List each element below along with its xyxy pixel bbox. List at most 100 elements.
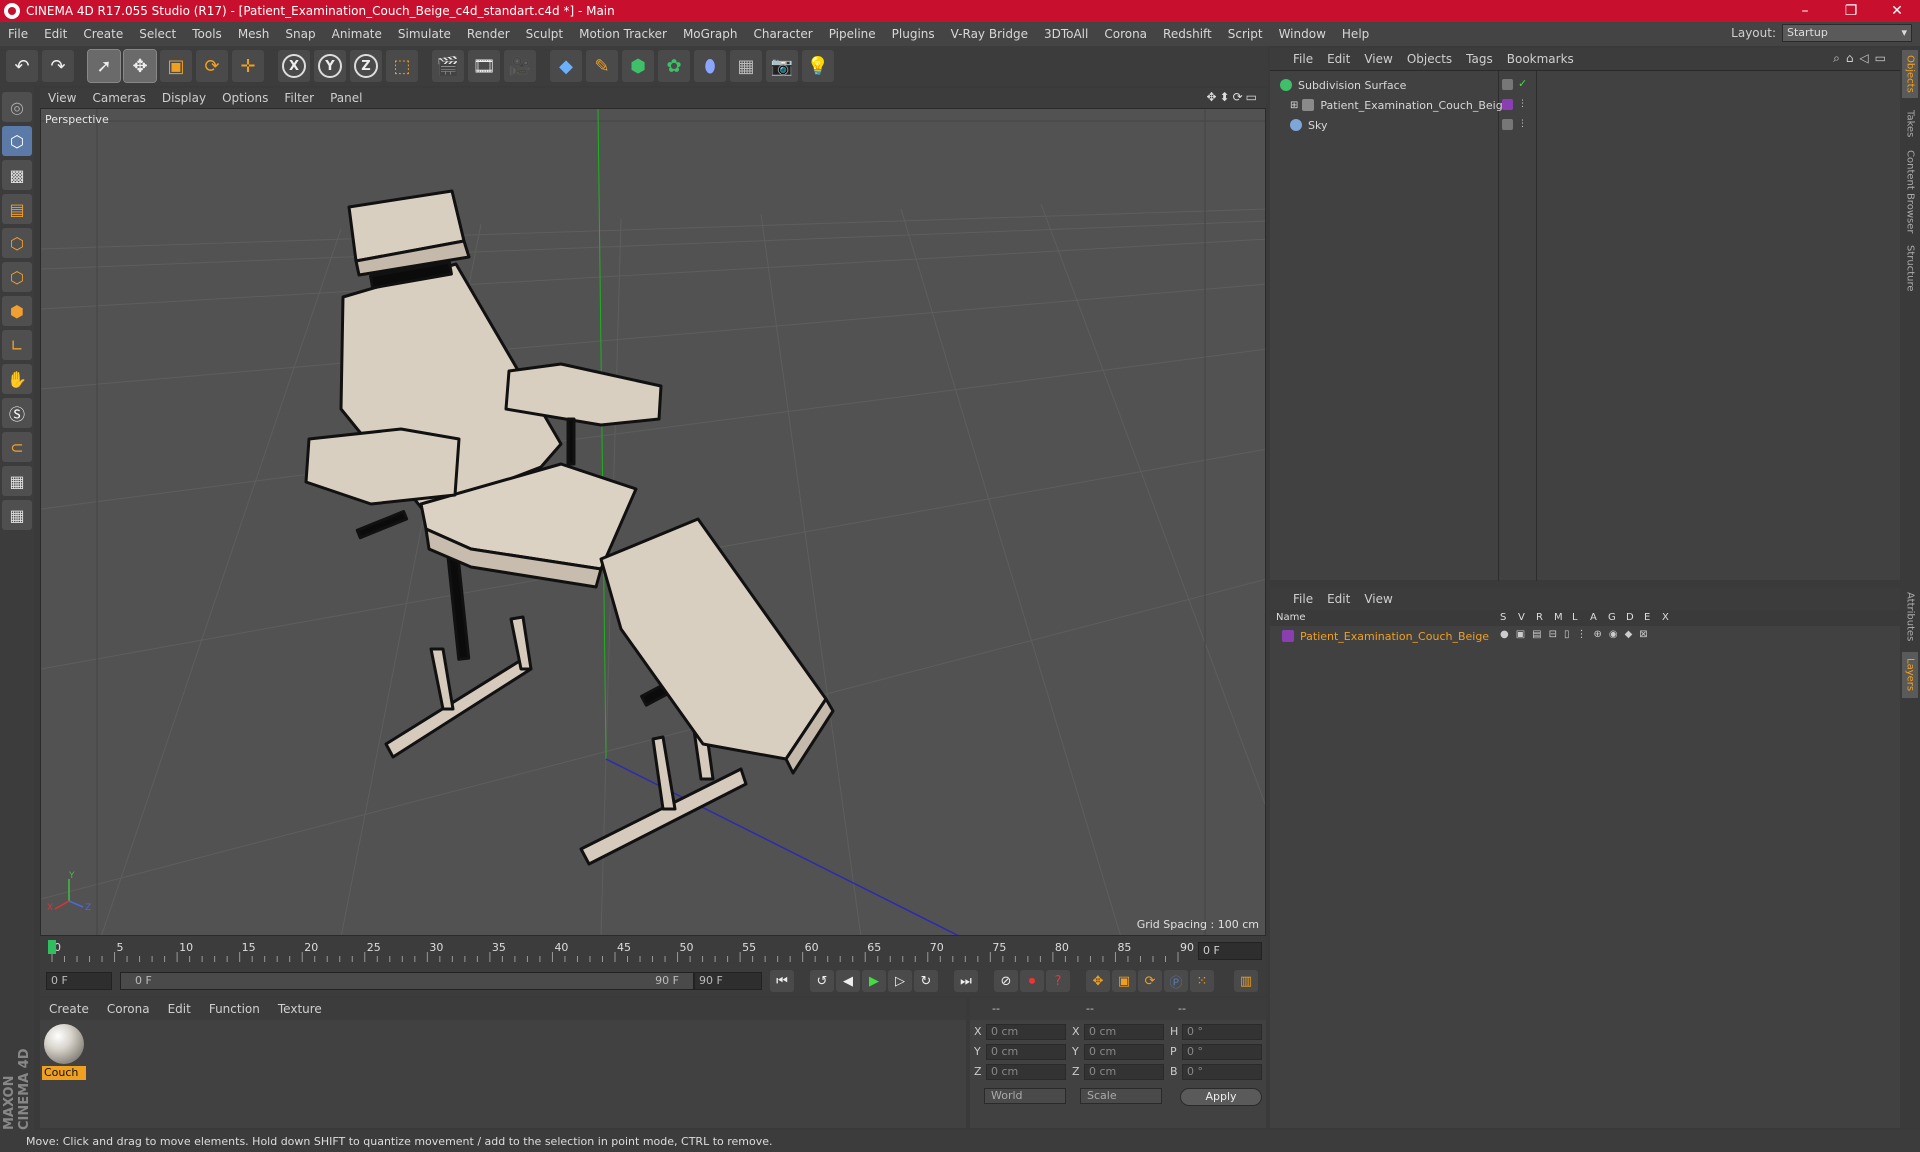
menu-help[interactable]: Help (1334, 27, 1377, 41)
material-menu-function[interactable]: Function (200, 1002, 269, 1016)
playhead-marker[interactable] (48, 940, 56, 954)
go-to-start-icon[interactable]: ⏮ (770, 970, 794, 992)
cloner-icon[interactable]: ✿ (658, 50, 690, 82)
start-frame-field[interactable]: 0 F (46, 972, 112, 990)
tab-structure[interactable]: Structure (1902, 240, 1918, 296)
material-menu-texture[interactable]: Texture (269, 1002, 331, 1016)
layer-menu-edit[interactable]: Edit (1320, 592, 1357, 606)
rotate-tool-icon[interactable]: ⟳ (196, 50, 228, 82)
edges-mode-icon[interactable]: ⬡ (2, 262, 32, 292)
timeline-window-icon[interactable]: ▥ (1234, 970, 1258, 992)
viewport-menu-cameras[interactable]: Cameras (84, 91, 153, 105)
menu-create[interactable]: Create (75, 27, 131, 41)
menu-pipeline[interactable]: Pipeline (821, 27, 884, 41)
solo-mode-icon[interactable]: Ⓢ (2, 398, 32, 428)
polygons-mode-icon[interactable]: ⬢ (2, 296, 32, 326)
viewport-menu-view[interactable]: View (40, 91, 84, 105)
viewport-navigation-icons[interactable]: ✥⬍⟳▭ (1206, 90, 1260, 104)
model-mode-icon[interactable]: ⬡ (2, 126, 32, 156)
render-settings-icon[interactable]: 🎥 (504, 50, 536, 82)
next-keyframe-icon[interactable]: ↻ (914, 970, 938, 992)
make-editable-icon[interactable]: ◎ (2, 92, 32, 122)
menu-animate[interactable]: Animate (324, 27, 390, 41)
menu-sculpt[interactable]: Sculpt (518, 27, 571, 41)
timeline-scale[interactable]: 0 5 10 15 20 25 30 35 40 45 50 55 60 65 70 75 80 85 90 (48, 940, 1194, 962)
render-view-icon[interactable]: 🎬 (432, 50, 464, 82)
enabled-check-icon[interactable]: ✓ (1518, 78, 1529, 90)
floor-icon[interactable]: ▦ (730, 50, 762, 82)
cube-primitive-icon[interactable]: ◆ (550, 50, 582, 82)
visibility-dots-icon[interactable]: ⋮ (1518, 119, 1529, 130)
visibility-dots-icon[interactable]: ⋮ (1518, 99, 1529, 110)
object-name[interactable]: Sky (1308, 119, 1327, 132)
frame-range-slider[interactable]: 0 F 90 F (120, 972, 694, 990)
rot-h-field[interactable]: 0 ° (1182, 1024, 1262, 1040)
tab-attributes[interactable]: Attributes (1902, 586, 1918, 648)
menu-redshift[interactable]: Redshift (1155, 27, 1220, 41)
material-menu-edit[interactable]: Edit (159, 1002, 200, 1016)
menu-mesh[interactable]: Mesh (230, 27, 278, 41)
key-pla-icon[interactable]: ⁙ (1190, 970, 1214, 992)
x-axis-lock-icon[interactable]: X (278, 50, 310, 82)
points-mode-icon[interactable]: ⬡ (2, 228, 32, 258)
workplane-lock-icon[interactable]: ▦ (2, 466, 32, 496)
coordinate-system-icon[interactable]: ⬚ (386, 50, 418, 82)
menu-mograph[interactable]: MoGraph (675, 27, 746, 41)
menu-script[interactable]: Script (1220, 27, 1271, 41)
timeline-ruler[interactable]: 0 5 10 15 20 25 30 35 40 45 50 55 60 65 70 75 80 85 90 0 F (40, 936, 1266, 966)
material-name[interactable]: Couch (42, 1066, 86, 1080)
menu-select[interactable]: Select (131, 27, 184, 41)
visibility-toggle[interactable] (1502, 79, 1513, 90)
pos-x-field[interactable]: 0 cm (986, 1024, 1066, 1040)
redo-icon[interactable]: ↷ (42, 50, 74, 82)
object-row-couch[interactable]: ⊞ Patient_Examination_Couch_Beige (1270, 95, 1900, 115)
previous-keyframe-icon[interactable]: ↺ (810, 970, 834, 992)
object-menu-objects[interactable]: Objects (1400, 52, 1459, 66)
object-name[interactable]: Patient_Examination_Couch_Beige (1320, 99, 1509, 112)
tab-layers[interactable]: Layers (1902, 652, 1918, 698)
expand-icon[interactable]: ⊞ (1290, 100, 1298, 111)
previous-frame-icon[interactable]: ◀ (836, 970, 860, 992)
undo-icon[interactable]: ↶ (6, 50, 38, 82)
next-frame-icon[interactable]: ▷ (888, 970, 912, 992)
menu-window[interactable]: Window (1271, 27, 1334, 41)
maximize-button[interactable]: ❐ (1828, 0, 1874, 22)
tweak-mode-icon[interactable]: ✋ (2, 364, 32, 394)
size-z-field[interactable]: 0 cm (1084, 1064, 1164, 1080)
size-x-field[interactable]: 0 cm (1084, 1024, 1164, 1040)
menu-character[interactable]: Character (745, 27, 820, 41)
key-scale-icon[interactable]: ▣ (1112, 970, 1136, 992)
rot-p-field[interactable]: 0 ° (1182, 1044, 1262, 1060)
couch-model[interactable] (304, 189, 835, 866)
viewport-menu-panel[interactable]: Panel (322, 91, 370, 105)
viewport-menu-options[interactable]: Options (214, 91, 276, 105)
coordinate-mode-dropdown[interactable]: World (984, 1088, 1066, 1104)
size-mode-dropdown[interactable]: Scale (1080, 1088, 1162, 1104)
layer-menu-file[interactable]: File (1286, 592, 1320, 606)
menu-motion-tracker[interactable]: Motion Tracker (571, 27, 675, 41)
viewport-menu-filter[interactable]: Filter (276, 91, 322, 105)
snapping-icon[interactable]: ⊂ (2, 432, 32, 462)
play-forward-icon[interactable]: ▶ (862, 970, 886, 992)
render-picture-viewer-icon[interactable]: 🎞 (468, 50, 500, 82)
pen-spline-icon[interactable]: ✎ (586, 50, 618, 82)
texture-mode-icon[interactable]: ▩ (2, 160, 32, 190)
deformer-icon[interactable]: ⬮ (694, 50, 726, 82)
viewport-menu-display[interactable]: Display (154, 91, 214, 105)
menu-corona[interactable]: Corona (1096, 27, 1155, 41)
material-menu-create[interactable]: Create (40, 1002, 98, 1016)
tab-takes[interactable]: Takes (1902, 104, 1918, 144)
move-tool-icon[interactable]: ✥ (123, 49, 157, 83)
key-position-icon[interactable]: ✥ (1086, 970, 1110, 992)
rot-b-field[interactable]: 0 ° (1182, 1064, 1262, 1080)
menu-tools[interactable]: Tools (184, 27, 230, 41)
object-row-sky[interactable]: Sky (1270, 115, 1900, 135)
menu-vray-bridge[interactable]: V-Ray Bridge (943, 27, 1036, 41)
select-arrow-icon[interactable]: ➚ (87, 49, 121, 83)
material-preview-swatch[interactable] (44, 1024, 84, 1064)
pos-y-field[interactable]: 0 cm (986, 1044, 1066, 1060)
keyframe-selection-icon[interactable]: ? (1046, 970, 1070, 992)
pos-z-field[interactable]: 0 cm (986, 1064, 1066, 1080)
layer-menu-view[interactable]: View (1357, 592, 1399, 606)
object-manager-nav-icons[interactable]: ⌕⌂◁▭ (1833, 51, 1892, 66)
